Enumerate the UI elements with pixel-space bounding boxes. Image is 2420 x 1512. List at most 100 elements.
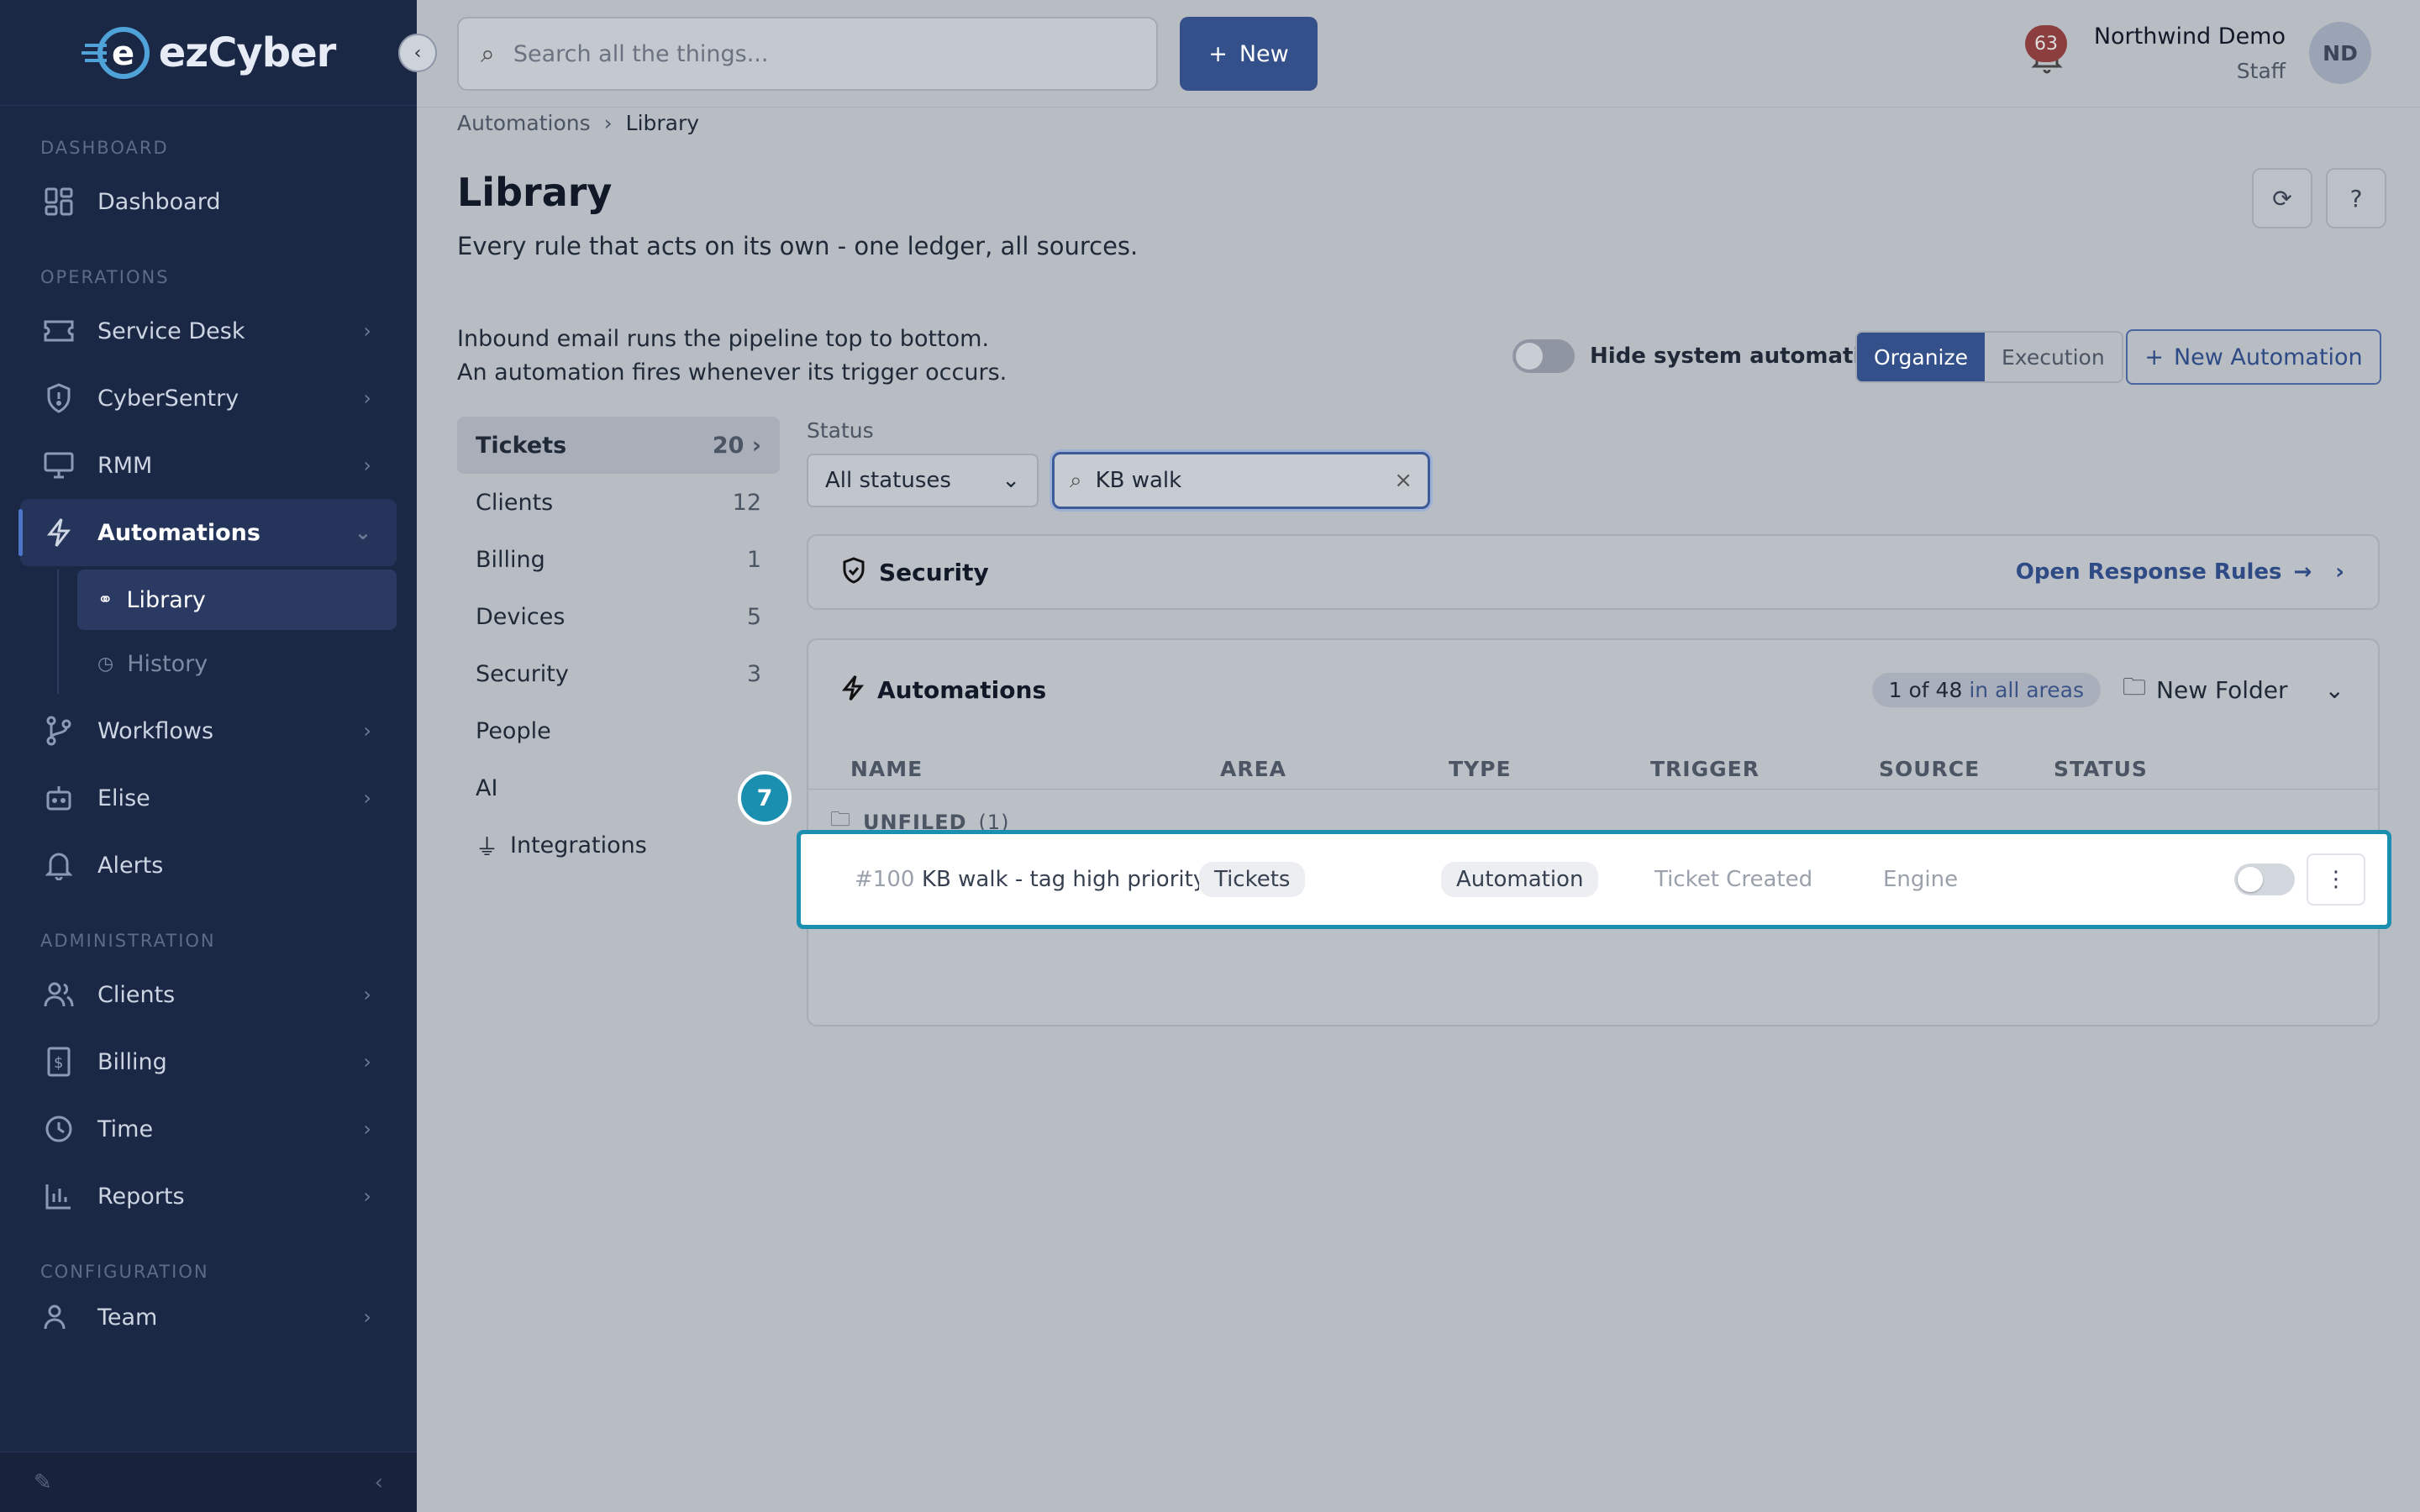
row-trigger: Ticket Created xyxy=(1655,867,1813,892)
sidebar-item-label: Clients xyxy=(97,981,176,1008)
chevron-left-icon[interactable]: ‹ xyxy=(375,1470,383,1495)
area-item-security[interactable]: Security 3 xyxy=(457,645,780,702)
sidebar-footer: ✎ ‹ xyxy=(0,1452,417,1512)
avatar[interactable]: ND xyxy=(2309,22,2371,84)
sidebar-item-label: Time xyxy=(97,1116,154,1142)
bell-icon xyxy=(40,847,77,884)
sidebar-item-billing[interactable]: $ Billing › xyxy=(20,1028,397,1095)
automation-row-highlight: #100 KB walk - tag high priority VI Tick… xyxy=(797,830,2391,929)
sidebar-item-dashboard[interactable]: Dashboard xyxy=(20,168,397,235)
area-item-devices[interactable]: Devices 5 xyxy=(457,588,780,645)
sidebar-item-automations[interactable]: Automations ⌄ xyxy=(18,499,397,566)
user-role: Staff xyxy=(2236,59,2286,83)
area-label: Devices xyxy=(476,603,566,630)
table-header: NAME AREA TYPE TRIGGER SOURCE STATUS xyxy=(808,749,2378,790)
area-item-people[interactable]: People xyxy=(457,702,780,759)
segment-organize[interactable]: Organize xyxy=(1857,333,1985,381)
chevron-right-icon: › xyxy=(363,719,371,743)
breadcrumb-current: Library xyxy=(625,111,700,135)
column-trigger[interactable]: TRIGGER xyxy=(1650,757,1760,781)
chevron-right-icon: › xyxy=(363,1305,371,1329)
chevron-right-icon: › xyxy=(363,1184,371,1208)
library-icon: ⚭ xyxy=(97,589,113,611)
status-select-value: All statuses xyxy=(825,468,951,493)
plug-icon: ⏚ xyxy=(476,834,498,861)
area-item-billing[interactable]: Billing 1 xyxy=(457,531,780,588)
sidebar-item-team[interactable]: Team › xyxy=(20,1292,397,1342)
sidebar-item-service-desk[interactable]: Service Desk › xyxy=(20,297,397,365)
chevron-down-icon: ⌄ xyxy=(354,521,371,544)
sidebar-item-reports[interactable]: Reports › xyxy=(20,1163,397,1230)
sidebar-item-cybersentry[interactable]: CyberSentry › xyxy=(20,365,397,432)
folder-plus-icon: 🗀 xyxy=(2123,673,2147,701)
help-button[interactable]: ? xyxy=(2326,168,2386,228)
new-automation-button[interactable]: + New Automation xyxy=(2126,329,2381,385)
main-content: Automations › Library Library Every rule… xyxy=(417,108,2420,1512)
row-source: Engine xyxy=(1883,867,1959,892)
row-area-pill: Tickets xyxy=(1199,862,1306,897)
arrow-right-icon: → xyxy=(2293,559,2312,585)
area-label: Billing xyxy=(476,546,545,573)
section-administration: ADMINISTRATION xyxy=(40,931,216,951)
new-folder-button[interactable]: 🗀 New Folder xyxy=(2123,669,2288,710)
sidebar-item-alerts[interactable]: Alerts xyxy=(20,832,397,899)
area-count: 3 xyxy=(746,660,761,687)
sidebar-item-time[interactable]: Time › xyxy=(20,1095,397,1163)
area-item-ai[interactable]: AI xyxy=(457,759,780,816)
automations-card-title: Automations xyxy=(877,675,1047,704)
brand-name: ezCyber xyxy=(158,29,337,76)
sidebar-item-rmm[interactable]: RMM › xyxy=(20,432,397,499)
brand-logo[interactable]: e ezCyber ‹ xyxy=(0,0,437,106)
area-item-integrations[interactable]: ⏚ Integrations xyxy=(457,816,780,874)
row-name[interactable]: KB walk - tag high priority VI xyxy=(922,867,1199,892)
area-label: Security xyxy=(476,660,569,687)
sidebar-item-history[interactable]: ◷ History xyxy=(77,633,397,694)
area-item-tickets[interactable]: Tickets 20 › xyxy=(457,417,780,474)
chevron-right-icon: › xyxy=(363,454,371,477)
status-select[interactable]: All statuses ⌄ xyxy=(807,454,1039,507)
sidebar-item-label: Automations xyxy=(97,519,260,546)
table-row[interactable]: #100 KB walk - tag high priority VI Tick… xyxy=(813,843,2375,916)
new-button[interactable]: + New xyxy=(1180,17,1318,91)
area-count: 5 xyxy=(746,603,761,630)
column-type[interactable]: TYPE xyxy=(1449,757,1512,781)
area-list: Tickets 20 › Clients 12 Billing 1 Device… xyxy=(457,417,780,874)
chevron-left-icon: ‹ xyxy=(413,42,422,64)
refresh-button[interactable]: ⟳ xyxy=(2252,168,2312,228)
sidebar-item-label: Reports xyxy=(97,1183,185,1210)
global-search-input[interactable]: ⌕ Search all the things... xyxy=(457,17,1158,91)
column-name[interactable]: NAME xyxy=(850,757,923,781)
clear-icon[interactable]: × xyxy=(1394,468,1413,493)
column-source[interactable]: SOURCE xyxy=(1879,757,1980,781)
chevron-down-icon[interactable]: ⌄ xyxy=(2325,676,2344,704)
page-subtitle: Every rule that acts on its own - one le… xyxy=(457,232,1139,260)
automation-filter-input[interactable]: ⌕ KB walk × xyxy=(1052,452,1430,509)
section-operations: OPERATIONS xyxy=(40,267,170,287)
users-icon xyxy=(40,976,77,1013)
open-response-rules-label: Open Response Rules xyxy=(2015,559,2282,585)
column-area[interactable]: AREA xyxy=(1220,757,1286,781)
sidebar-item-elise[interactable]: Elise › xyxy=(20,764,397,832)
segment-execution[interactable]: Execution xyxy=(1985,333,2122,381)
row-enabled-toggle[interactable] xyxy=(2234,864,2295,895)
column-status[interactable]: STATUS xyxy=(2054,757,2148,781)
sidebar-item-library[interactable]: ⚭ Library xyxy=(77,570,397,630)
branch-icon xyxy=(40,712,77,749)
collapse-sidebar-button[interactable]: ‹ xyxy=(398,34,437,72)
sidebar-item-workflows[interactable]: Workflows › xyxy=(20,697,397,764)
sidebar-item-clients[interactable]: Clients › xyxy=(20,961,397,1028)
sidebar-item-label: Dashboard xyxy=(97,188,221,215)
open-response-rules-link[interactable]: Open Response Rules → › xyxy=(2016,559,2344,585)
area-item-clients[interactable]: Clients 12 xyxy=(457,474,780,531)
bar-chart-icon xyxy=(40,1178,77,1215)
area-label: Clients xyxy=(476,489,554,516)
shield-icon xyxy=(40,380,77,417)
sidebar-item-label: Team xyxy=(97,1304,158,1331)
toggle-switch[interactable] xyxy=(1512,339,1575,373)
pencil-icon[interactable]: ✎ xyxy=(34,1470,52,1495)
hide-system-toggle[interactable]: Hide system automations xyxy=(1512,339,1904,373)
svg-text:$: $ xyxy=(54,1054,63,1072)
breadcrumb-parent[interactable]: Automations xyxy=(457,111,591,135)
automations-submenu: ⚭ Library ◷ History xyxy=(57,570,417,694)
row-more-button[interactable]: ⋮ xyxy=(2307,853,2365,906)
